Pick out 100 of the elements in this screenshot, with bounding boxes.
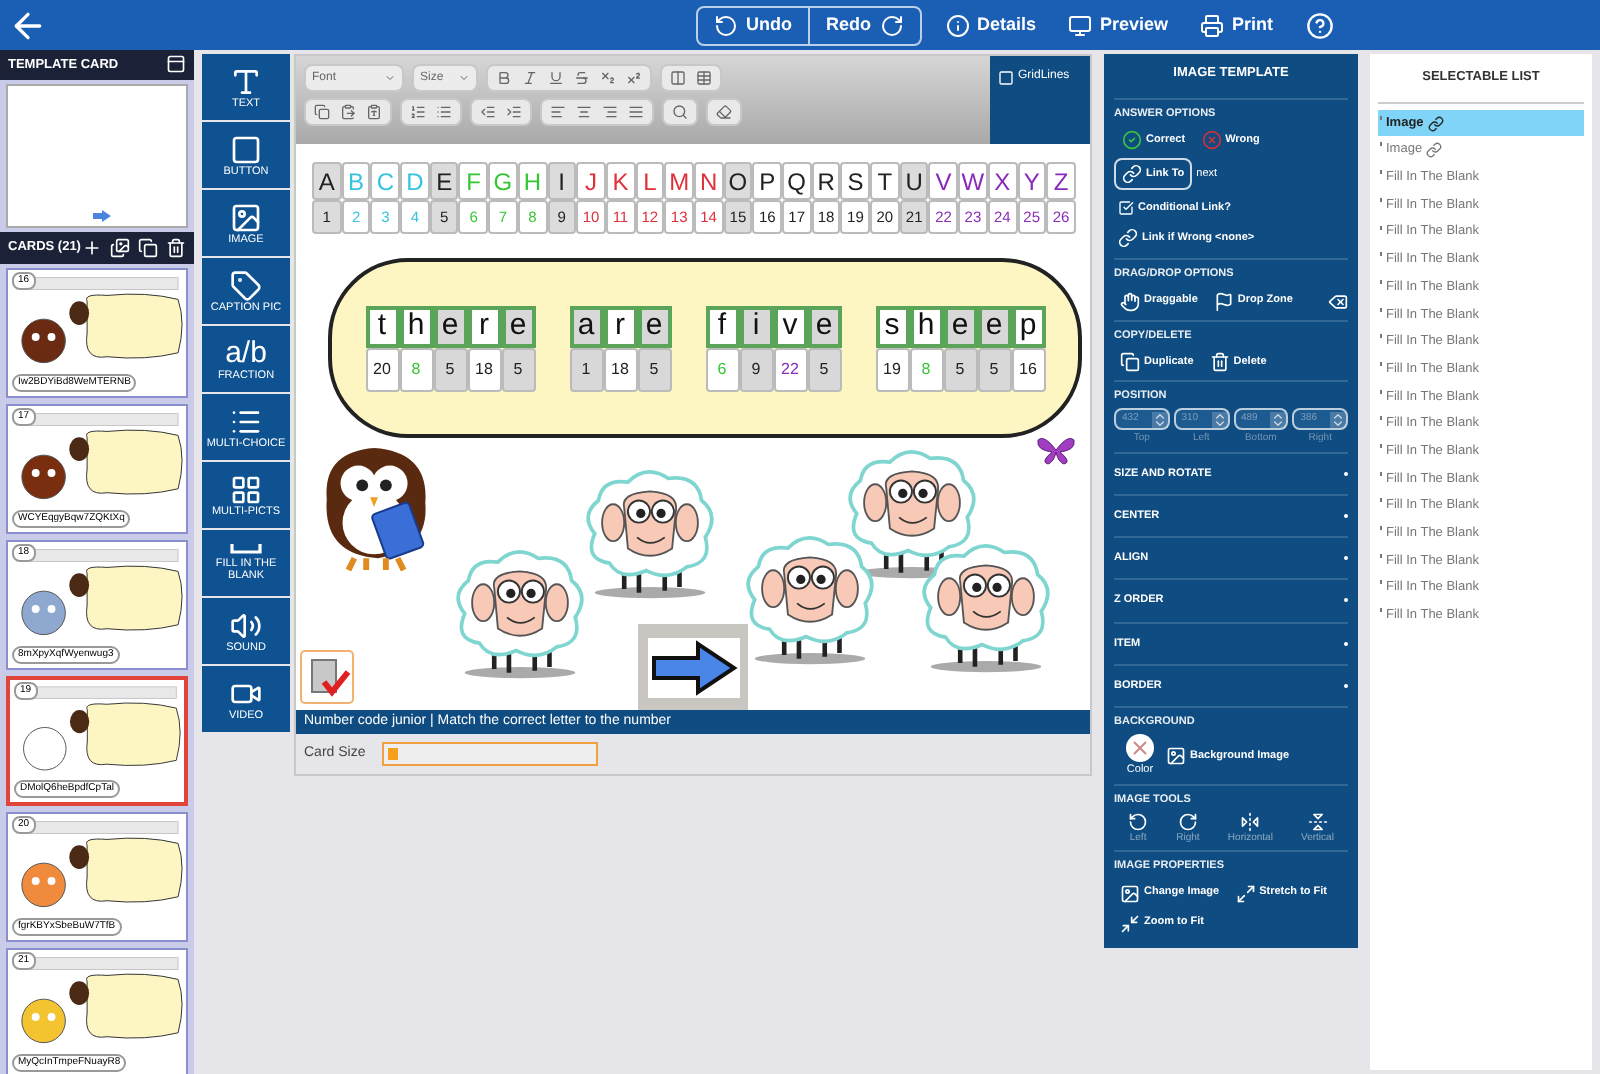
link-icon [1427, 115, 1444, 132]
alphabet-letter: J [576, 162, 606, 200]
underline-icon[interactable] [548, 70, 564, 86]
hand-icon [1120, 291, 1140, 311]
stepper-icon [1270, 411, 1287, 427]
justify-icon[interactable] [628, 104, 644, 120]
tool-icon [230, 133, 262, 165]
italic-icon[interactable] [522, 70, 538, 86]
stepper-icon [1151, 411, 1168, 427]
letter-tile: h [399, 305, 433, 347]
eraser-icon[interactable] [716, 104, 732, 120]
card-size-slider[interactable] [381, 742, 598, 766]
caret-icon [384, 72, 396, 84]
image-icon [1166, 746, 1186, 767]
images-icon[interactable] [110, 237, 130, 258]
stepper-icon [1330, 411, 1346, 427]
align-right-icon[interactable] [602, 104, 618, 120]
letter-tile: i [739, 305, 773, 347]
arrow-icon [647, 637, 739, 697]
letter-tile: e [977, 305, 1011, 347]
letter-tile: r [603, 305, 637, 347]
alphabet-letter: I [547, 162, 577, 200]
columns-icon[interactable] [670, 70, 686, 86]
flip-h-icon [1240, 811, 1261, 832]
outdent-icon[interactable] [480, 104, 496, 120]
letter-tile: e [943, 305, 977, 347]
alphabet-letter: W [958, 162, 988, 200]
search-icon[interactable] [672, 104, 688, 120]
image-icon [1120, 883, 1140, 903]
letter-tile: p [1011, 305, 1045, 347]
subscript-icon[interactable] [600, 70, 616, 86]
number-tile: 8 [399, 347, 433, 391]
undo-icon [714, 13, 738, 37]
fit-icon [1120, 913, 1140, 933]
preview-button[interactable]: Preview [1068, 11, 1169, 39]
copy-icon[interactable] [138, 237, 158, 258]
number-tile: 20 [365, 347, 399, 391]
checkbox-icon [1118, 200, 1134, 217]
check-circle-icon [1122, 130, 1142, 150]
align-center-icon[interactable] [576, 104, 592, 120]
superscript-icon[interactable] [626, 70, 642, 86]
letter-tile: e [433, 305, 467, 347]
butterfly-icon [1036, 434, 1076, 466]
add-icon[interactable] [82, 237, 102, 258]
undo-button[interactable]: Undo [698, 7, 808, 43]
link-icon [1118, 228, 1138, 249]
blank-line-icon [230, 544, 262, 554]
no-color-icon [1126, 734, 1154, 763]
bullet-list-icon[interactable] [436, 104, 452, 120]
strikethrough-icon[interactable] [574, 70, 590, 86]
letter-tile: f [705, 305, 739, 347]
link-icon [1122, 164, 1142, 184]
alphabet-letter: X [987, 162, 1017, 200]
details-button[interactable]: Details [945, 11, 1037, 39]
trash-icon[interactable] [166, 237, 186, 258]
alphabet-letter: Y [1017, 162, 1047, 200]
letter-tile: h [909, 305, 943, 347]
alphabet-letter: T [870, 162, 900, 200]
alphabet-letter: Q [782, 162, 812, 200]
align-left-icon[interactable] [550, 104, 566, 120]
paste-icon[interactable] [340, 104, 356, 120]
alphabet-letter: R [811, 162, 841, 200]
bold-icon[interactable] [496, 70, 512, 86]
preview-icon [1068, 13, 1093, 37]
redo-button[interactable]: Redo [808, 7, 919, 43]
checkbox-icon [998, 69, 1014, 85]
letter-tile: e [637, 305, 671, 347]
rotate-left-icon [1128, 811, 1149, 832]
rotate-right-icon [1177, 811, 1198, 832]
caret-icon [458, 72, 470, 84]
alphabet-letter: N [693, 162, 724, 200]
tool-icon [230, 609, 262, 641]
arrow-button[interactable] [638, 624, 748, 710]
alphabet-letter: E [429, 162, 459, 200]
letter-tile: e [501, 305, 535, 347]
number-tile: 5 [433, 347, 467, 391]
clear-icon[interactable] [1328, 291, 1348, 311]
tool-icon [230, 269, 262, 301]
window-icon[interactable] [166, 54, 186, 75]
letter-tile: t [365, 305, 399, 347]
print-button[interactable]: Print [1200, 11, 1274, 39]
alphabet-letter: H [517, 162, 547, 200]
numbered-list-icon[interactable] [410, 104, 426, 120]
paste-text-icon[interactable] [366, 104, 382, 120]
alphabet-letter: U [899, 162, 929, 200]
clipboard-check-icon[interactable] [300, 650, 354, 704]
cross-circle-icon [1201, 130, 1222, 150]
number-tile: 5 [637, 347, 671, 391]
number-tile: 18 [467, 347, 501, 391]
alphabet-letter: L [635, 162, 665, 200]
alphabet-letter: K [605, 162, 636, 200]
help-icon[interactable] [1305, 11, 1334, 39]
alphabet-letter: D [400, 162, 430, 200]
indent-icon[interactable] [506, 104, 522, 120]
alphabet-letter: M [664, 162, 694, 200]
print-icon [1200, 13, 1225, 37]
table-icon[interactable] [696, 70, 712, 86]
flip-v-icon [1307, 811, 1328, 832]
details-icon [945, 13, 969, 37]
tool-icon [230, 405, 262, 437]
